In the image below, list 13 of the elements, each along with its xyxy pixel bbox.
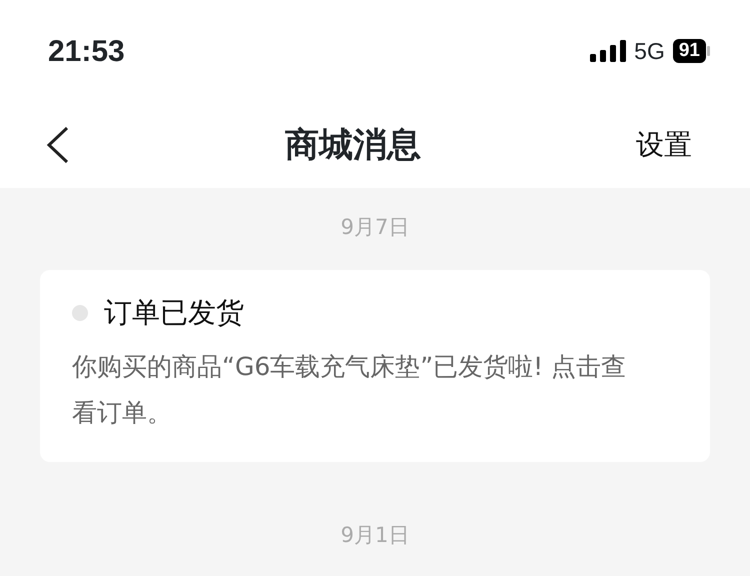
message-body: 你购买的商品“G6车载充气床垫”已发货啦! 点击查看订单。	[72, 350, 628, 428]
back-button[interactable]	[44, 125, 70, 165]
settings-button[interactable]: 设置	[636, 124, 692, 166]
date-label: 9月1日	[340, 522, 410, 548]
network-label: 5G	[634, 36, 665, 66]
message-card[interactable]: 订单已发货 你购买的商品“G6车载充气床垫”已发货啦! 点击查看订单。	[40, 270, 710, 462]
date-label: 9月7日	[340, 214, 410, 241]
signal-icon	[590, 40, 626, 62]
message-title: 订单已发货	[104, 294, 244, 330]
battery-cap-icon	[706, 46, 710, 56]
battery-level: 91	[672, 39, 706, 63]
status-time: 21:53	[48, 34, 125, 70]
page-title: 商城消息	[285, 124, 421, 166]
